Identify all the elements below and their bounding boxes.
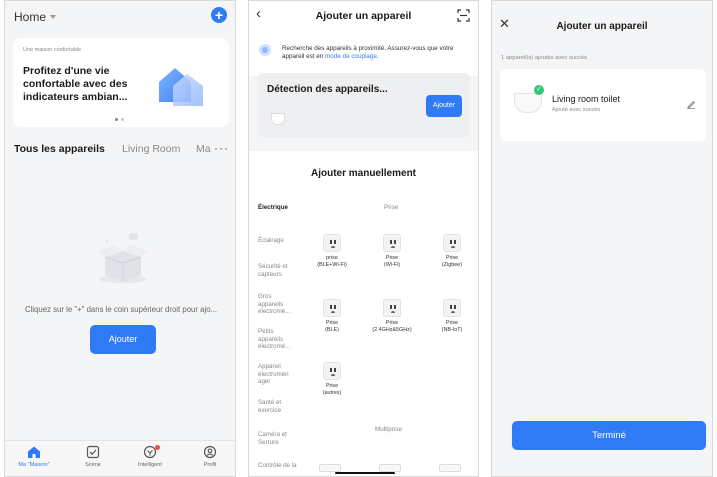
power-strip-icon[interactable]: ··· [319, 464, 341, 472]
nav-label: Intelligent [138, 462, 162, 468]
category-appareil-electromenager[interactable]: Appareil électromén ager [258, 363, 298, 386]
home-icon [28, 446, 40, 458]
pagination-dot [115, 118, 118, 121]
caret-down-icon [50, 15, 57, 19]
add-device-button[interactable]: Ajouter [90, 325, 156, 354]
device-status: Ajouté avec succès [552, 107, 601, 113]
profile-icon [203, 445, 217, 459]
device-added-screen: ✕ Ajouter un appareil 1 appareil(s) ajou… [491, 0, 713, 477]
device-added-header: ✕ Ajouter un appareil [492, 1, 712, 41]
screenshot-collage: Home + Une maison confortable Profitez d… [0, 0, 717, 477]
device-protocol: (NB-IoT) [441, 326, 463, 333]
tab-all-devices[interactable]: Tous les appareils [14, 143, 105, 155]
detected-device-icon [271, 113, 285, 125]
empty-state-text: Cliquez sur le "+" dans le coin supérieu… [24, 305, 218, 314]
banner-small-label: Une maison confortable [23, 47, 82, 53]
room-tabs: Tous les appareils Living Room Ma ··· [14, 141, 229, 159]
nav-home[interactable]: Ma "Maison" [9, 445, 59, 468]
nav-label: Profil [203, 462, 217, 468]
promo-banner[interactable]: Une maison confortable Profitez d'une vi… [13, 38, 229, 127]
device-protocol: (autres) [322, 389, 342, 396]
category-camera[interactable]: Caméra et Serrure [258, 431, 298, 446]
house-illustration-icon [159, 68, 203, 106]
nav-scene[interactable]: Scène [68, 445, 118, 468]
banner-pagination [115, 118, 124, 121]
plug-icon [323, 234, 341, 252]
page-title: Ajouter un appareil [556, 21, 648, 32]
detect-add-button[interactable]: Ajouter [426, 95, 462, 117]
device-tile[interactable]: Prise (Zigbee) [429, 234, 475, 268]
device-tile[interactable]: Prise (2.4GHz&5GHz) [369, 299, 415, 333]
done-button[interactable]: Terminé [512, 421, 706, 450]
device-protocol: (Wi-Fi) [383, 261, 401, 268]
success-check-icon: ✓ [534, 85, 544, 95]
plug-icon [323, 362, 341, 380]
device-tile[interactable]: Prise (NB-IoT) [429, 299, 475, 333]
device-name: Living room toilet [552, 94, 621, 104]
device-protocol: (Zigbee) [441, 261, 463, 268]
manual-add-panel: Ajouter manuellement Électrique Éclairag… [249, 151, 478, 476]
plug-icon [323, 299, 341, 317]
scene-icon [86, 445, 100, 459]
pairing-mode-link[interactable]: mode de couplage [325, 53, 377, 60]
home-title: Home [14, 10, 47, 24]
search-text-end: . [376, 53, 379, 60]
power-strip-icon[interactable]: ··· [439, 464, 461, 472]
home-selector[interactable]: Home [14, 10, 57, 24]
more-icon[interactable]: ··· [214, 141, 229, 155]
nearby-search-row: Recherche des appareils à proximité. Ass… [249, 31, 478, 76]
notification-dot [155, 445, 160, 450]
device-protocol: (2.4GHz&5GHz) [372, 326, 412, 333]
device-tile[interactable]: Prise (BLE) [309, 299, 355, 333]
plug-icon [443, 234, 461, 252]
plug-icon [383, 299, 401, 317]
nav-label: Scène [85, 462, 101, 468]
empty-box-icon [97, 233, 149, 283]
radar-icon [259, 44, 271, 56]
device-tile[interactable]: prise (BLE+Wi-Fi) [309, 234, 355, 268]
category-securite[interactable]: Sécurité et capteurs [258, 263, 298, 278]
add-device-screen: ‹ Ajouter un appareil Recherche des appa… [248, 0, 479, 477]
bottom-nav: Ma "Maison" Scène Intelligent Profil [5, 440, 235, 476]
section-prise: Prise [384, 204, 399, 211]
detection-card: Détection des appareils... Ajouter [257, 73, 470, 137]
added-device-card[interactable]: ✓ Living room toilet Ajouté avec succès [500, 69, 706, 141]
tab-more-room[interactable]: Ma [196, 143, 211, 155]
category-gros-appareils[interactable]: Gros appareils électromé... [258, 293, 298, 316]
add-device-header: ‹ Ajouter un appareil [249, 1, 478, 31]
banner-title: Profitez d'une vie confortable avec des … [23, 65, 128, 103]
added-count-note: 1 appareil(s) ajoutés avec succès [501, 55, 588, 61]
device-protocol: (BLE) [325, 326, 339, 333]
category-electrique[interactable]: Électrique [258, 204, 298, 212]
page-title: Ajouter un appareil [315, 10, 412, 22]
category-eclairage[interactable]: Éclairage [258, 237, 298, 245]
plug-icon [383, 234, 401, 252]
search-description: Recherche des appareils à proximité. Ass… [282, 45, 470, 61]
manual-add-title: Ajouter manuellement [310, 168, 417, 179]
scan-icon[interactable] [457, 9, 470, 22]
plug-icon [443, 299, 461, 317]
category-petits-appareils[interactable]: Petits appareils électromé... [258, 328, 298, 351]
add-plus-button[interactable]: + [211, 7, 227, 23]
pagination-dot [121, 118, 124, 121]
toilet-device-icon [514, 93, 542, 113]
home-indicator [335, 472, 395, 474]
home-header: Home + [5, 1, 235, 31]
device-protocol: (BLE+Wi-Fi) [317, 261, 347, 268]
home-screen: Home + Une maison confortable Profitez d… [4, 0, 236, 477]
edit-pencil-icon[interactable] [686, 99, 696, 109]
detection-title: Détection des appareils... [267, 84, 388, 95]
category-sante[interactable]: Santé et exercice [258, 399, 298, 414]
nav-label: Ma "Maison" [18, 462, 50, 468]
power-strip-icon[interactable]: ··· [379, 464, 401, 472]
nav-intelligent[interactable]: Intelligent [125, 445, 175, 468]
device-tile[interactable]: Prise (Wi-Fi) [369, 234, 415, 268]
section-multiprise: Multiprise [375, 426, 402, 433]
device-tile[interactable]: Prise (autres) [309, 362, 355, 396]
category-controle[interactable]: Contrôle de la [258, 462, 298, 470]
tab-living-room[interactable]: Living Room [122, 143, 180, 155]
nav-profile[interactable]: Profil [185, 445, 235, 468]
